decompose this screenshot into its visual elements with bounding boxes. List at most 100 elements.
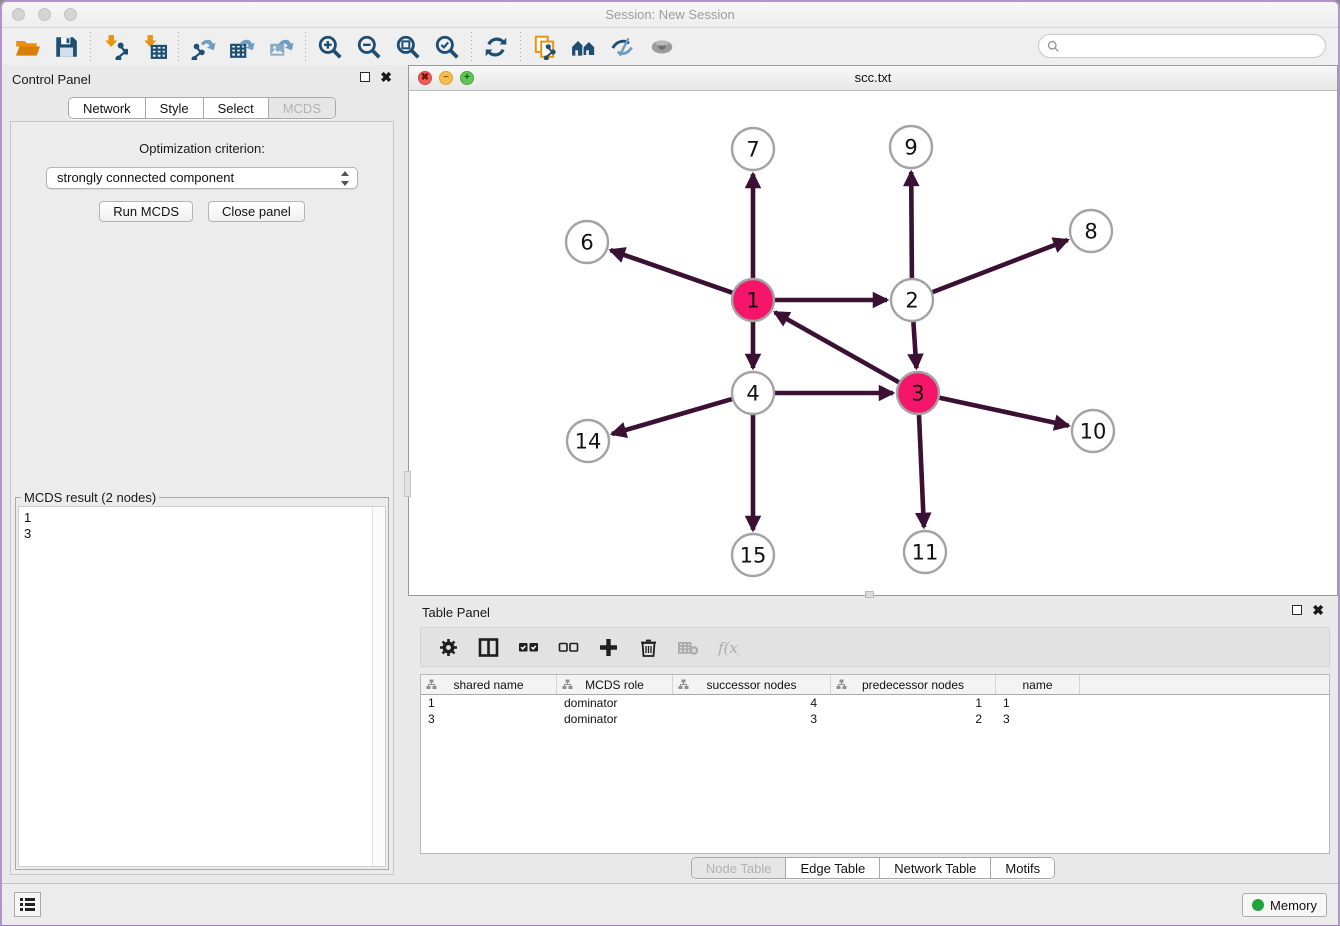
graph-edge-1-6[interactable] — [611, 250, 733, 293]
table-cell[interactable]: 1 — [996, 695, 1080, 711]
graph-node-11[interactable]: 11 — [904, 531, 946, 573]
graph-node-10[interactable]: 10 — [1072, 410, 1114, 452]
add-column-icon[interactable] — [597, 636, 619, 658]
table-tabbar: Node TableEdge TableNetwork TableMotifs — [691, 857, 1055, 879]
search-input[interactable] — [1065, 37, 1325, 55]
settings-gear-icon[interactable] — [437, 636, 459, 658]
import-table-icon[interactable] — [139, 32, 169, 62]
float-panel-icon[interactable] — [360, 72, 370, 82]
select-all-checkboxes-icon[interactable] — [517, 636, 539, 658]
graph-edge-3-1[interactable] — [775, 312, 899, 382]
optimization-criterion-select[interactable]: strongly connected component — [46, 167, 358, 189]
search-icon — [1047, 40, 1060, 53]
toolbar-separator — [520, 32, 521, 62]
graph-node-6[interactable]: 6 — [566, 221, 608, 263]
tab-network[interactable]: Network — [69, 98, 146, 118]
first-neighbors-icon[interactable] — [569, 32, 599, 62]
column-header-successor-nodes[interactable]: successor nodes — [673, 675, 831, 694]
node-table[interactable]: shared nameMCDS rolesuccessor nodesprede… — [420, 674, 1330, 854]
export-image-icon[interactable] — [266, 32, 296, 62]
column-header-predecessor-nodes[interactable]: predecessor nodes — [831, 675, 996, 694]
zoom-out-icon[interactable] — [354, 32, 384, 62]
vertical-splitter-handle[interactable] — [404, 471, 411, 497]
tab-motifs[interactable]: Motifs — [991, 858, 1054, 878]
hide-selected-icon[interactable] — [608, 32, 638, 62]
column-header-name[interactable]: name — [996, 675, 1080, 694]
graph-edge-2-8[interactable] — [933, 240, 1068, 292]
clone-network-icon[interactable] — [530, 32, 560, 62]
table-close-panel-icon[interactable]: ✖ — [1312, 605, 1324, 615]
search-field[interactable] — [1038, 34, 1326, 58]
close-panel-icon[interactable]: ✖ — [380, 72, 392, 82]
export-table-icon[interactable] — [227, 32, 257, 62]
network-view-window: ✖ − + scc.txt 7 9 6 8 1 2 4 3 14 10 15 1… — [408, 65, 1338, 596]
graph-edge-3-10[interactable] — [940, 398, 1069, 426]
horizontal-splitter-handle[interactable] — [865, 591, 874, 598]
tab-node-table[interactable]: Node Table — [692, 858, 787, 878]
window-titlebar: Session: New Session — [2, 2, 1338, 28]
graph-node-9[interactable]: 9 — [890, 126, 932, 168]
task-history-button[interactable] — [14, 892, 41, 917]
table-cell[interactable]: dominator — [557, 695, 673, 711]
open-session-icon[interactable] — [12, 32, 42, 62]
zoom-fit-icon[interactable] — [393, 32, 423, 62]
graph-node-14[interactable]: 14 — [567, 420, 609, 462]
table-cell[interactable]: dominator — [557, 711, 673, 727]
table-row[interactable]: 1dominator411 — [421, 695, 1329, 711]
function-builder-icon[interactable]: f(x) — [717, 636, 739, 658]
table-cell[interactable]: 3 — [996, 711, 1080, 727]
memory-button[interactable]: Memory — [1242, 893, 1327, 917]
result-scrollbar[interactable] — [372, 507, 385, 866]
graph-node-1[interactable]: 1 — [732, 279, 774, 321]
tab-network-table[interactable]: Network Table — [880, 858, 991, 878]
graph-edge-4-14[interactable] — [612, 399, 732, 434]
tab-edge-table[interactable]: Edge Table — [786, 858, 880, 878]
zoom-selected-icon[interactable] — [432, 32, 462, 62]
deselect-all-checkboxes-icon[interactable] — [557, 636, 579, 658]
table-cell[interactable]: 1 — [831, 695, 996, 711]
delete-column-icon[interactable] — [637, 636, 659, 658]
close-panel-button[interactable]: Close panel — [208, 201, 305, 222]
run-mcds-button[interactable]: Run MCDS — [99, 201, 193, 222]
table-cell[interactable]: 1 — [421, 695, 557, 711]
graph-node-8[interactable]: 8 — [1070, 210, 1112, 252]
table-row[interactable]: 3dominator323 — [421, 711, 1329, 727]
svg-text:8: 8 — [1084, 220, 1097, 244]
column-header-shared-name[interactable]: shared name — [421, 675, 557, 694]
tab-select[interactable]: Select — [204, 98, 269, 118]
import-network-icon[interactable] — [100, 32, 130, 62]
export-network-icon[interactable] — [188, 32, 218, 62]
graph-edge-3-11[interactable] — [919, 415, 924, 527]
table-cell[interactable]: 2 — [831, 711, 996, 727]
show-all-icon[interactable] — [647, 32, 677, 62]
split-columns-icon[interactable] — [477, 636, 499, 658]
save-session-icon[interactable] — [51, 32, 81, 62]
svg-text:2: 2 — [905, 289, 918, 313]
table-panel: Table Panel ✖ f(x) shared nameMCDS roles… — [408, 598, 1338, 883]
graph-edge-2-3[interactable] — [913, 322, 916, 368]
refresh-network-icon[interactable] — [481, 32, 511, 62]
table-cell[interactable]: 4 — [673, 695, 831, 711]
tab-style[interactable]: Style — [146, 98, 204, 118]
network-canvas[interactable]: 7 9 6 8 1 2 4 3 14 10 15 11 — [409, 91, 1337, 595]
tab-mcds[interactable]: MCDS — [269, 98, 335, 118]
table-cell[interactable]: 3 — [421, 711, 557, 727]
delete-table-icon[interactable] — [677, 636, 699, 658]
table-float-panel-icon[interactable] — [1292, 605, 1302, 615]
graph-node-15[interactable]: 15 — [732, 534, 774, 576]
graph-edge-2-9[interactable] — [911, 172, 912, 278]
graph-node-7[interactable]: 7 — [732, 128, 774, 170]
zoom-in-icon[interactable] — [315, 32, 345, 62]
network-window-titlebar: ✖ − + scc.txt — [409, 66, 1337, 91]
graph-node-3[interactable]: 3 — [897, 372, 939, 414]
table-cell[interactable]: 3 — [673, 711, 831, 727]
network-window-title: scc.txt — [409, 70, 1337, 85]
svg-text:6: 6 — [580, 231, 593, 255]
graph-node-4[interactable]: 4 — [732, 372, 774, 414]
toolbar-separator — [178, 32, 179, 62]
table-panel-title: Table Panel — [422, 605, 490, 620]
optimization-criterion-label: Optimization criterion: — [11, 141, 393, 156]
graph-node-2[interactable]: 2 — [891, 279, 933, 321]
column-header-MCDS-role[interactable]: MCDS role — [557, 675, 673, 694]
mcds-result-text[interactable]: 13 — [18, 506, 386, 867]
